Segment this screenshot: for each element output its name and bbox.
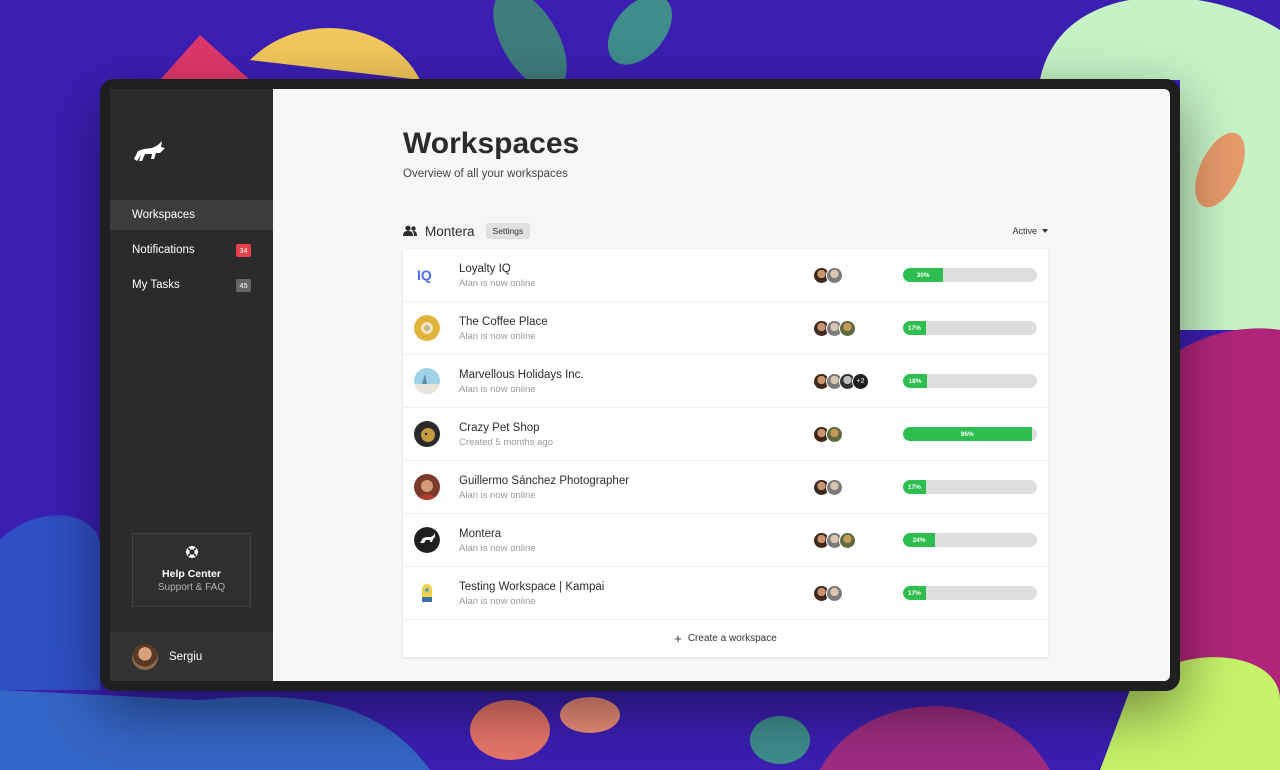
workspace-list: IQ Loyalty IQ Alan is now online 30% The… xyxy=(403,249,1048,657)
progress-bar: 96% xyxy=(903,427,1037,441)
page-title: Workspaces xyxy=(403,127,580,160)
workspace-status: Alan is now online xyxy=(459,596,536,607)
plus-icon: + xyxy=(674,631,682,646)
workspace-status: Created 5 months ago xyxy=(459,437,554,448)
group-settings-button[interactable]: Settings xyxy=(485,223,531,239)
workspace-status: Alan is now online xyxy=(459,490,536,501)
progress-bar: 30% xyxy=(903,268,1037,282)
chevron-down-icon xyxy=(1042,229,1048,233)
avatar xyxy=(132,643,158,670)
table-row[interactable]: Crazy Pet Shop Created 5 months ago 96% xyxy=(403,408,1048,461)
coffee-cup-logo-icon xyxy=(414,315,440,341)
progress-bar: 17% xyxy=(903,480,1037,494)
workspace-name: Guillermo Sánchez Photographer xyxy=(459,475,630,487)
sidebar-item-label: Workspaces xyxy=(132,209,196,221)
progress-label: 17% xyxy=(907,589,921,597)
sidebar-nav: Workspaces Notifications 34 My Tasks 45 xyxy=(110,200,273,305)
member-avatars xyxy=(813,426,843,443)
sidebar-item-workspaces[interactable]: Workspaces xyxy=(110,200,273,230)
status-filter-dropdown[interactable]: Active xyxy=(1012,226,1048,236)
workspace-group-header: Montera Settings Active xyxy=(403,222,1048,240)
progress-label: 96% xyxy=(960,430,974,438)
progress-fill: 17% xyxy=(903,480,926,494)
avatar xyxy=(826,267,843,284)
table-row[interactable]: IQ Loyalty IQ Alan is now online 30% xyxy=(403,249,1048,302)
sidebar-item-my-tasks[interactable]: My Tasks 45 xyxy=(110,270,273,300)
avatar xyxy=(839,532,856,549)
tasks-count-badge: 45 xyxy=(236,278,251,292)
table-row[interactable]: The Coffee Place Alan is now online 17% xyxy=(403,302,1048,355)
create-workspace-label: Create a workspace xyxy=(687,633,777,644)
table-row[interactable]: Marvellous Holidays Inc. Alan is now onl… xyxy=(403,355,1048,408)
member-avatars xyxy=(813,267,843,284)
progress-bar: 17% xyxy=(903,586,1037,600)
workspace-name: The Coffee Place xyxy=(459,316,548,328)
workspace-name: Loyalty IQ xyxy=(459,263,511,275)
avatar xyxy=(826,426,843,443)
help-center-card[interactable]: Help Center Support & FAQ xyxy=(132,533,251,607)
table-row[interactable]: Montera Alan is now online 24% xyxy=(403,514,1048,567)
user-name: Sergiu xyxy=(169,650,203,663)
workspace-status: Alan is now online xyxy=(459,278,536,289)
sidebar-item-label: Notifications xyxy=(132,244,195,256)
workspace-name: Marvellous Holidays Inc. xyxy=(459,369,584,381)
workspace-name: Crazy Pet Shop xyxy=(459,422,540,434)
svg-text:IQ: IQ xyxy=(417,267,432,283)
help-center-title: Help Center xyxy=(162,568,221,580)
lifebuoy-icon xyxy=(185,546,198,558)
progress-fill: 17% xyxy=(903,586,926,600)
workspace-group-name: Montera xyxy=(425,223,475,239)
progress-fill: 96% xyxy=(903,427,1032,441)
user-profile[interactable]: Sergiu xyxy=(110,632,273,681)
progress-bar: 24% xyxy=(903,533,1037,547)
workspace-status: Alan is now online xyxy=(459,331,536,342)
member-avatars xyxy=(813,479,843,496)
more-members-badge[interactable]: +2 xyxy=(852,373,869,390)
member-avatars: +2 xyxy=(813,373,869,390)
notifications-count-badge: 34 xyxy=(236,243,251,257)
member-avatars xyxy=(813,585,843,602)
progress-fill: 17% xyxy=(903,321,926,335)
minion-avatar-icon xyxy=(414,580,440,606)
beach-photo-logo-icon xyxy=(414,368,440,394)
sidebar: Workspaces Notifications 34 My Tasks 45 … xyxy=(110,89,273,681)
progress-label: 17% xyxy=(907,324,921,332)
help-center-subtitle: Support & FAQ xyxy=(157,582,226,593)
progress-label: 18% xyxy=(908,377,922,385)
main-content: Workspaces Overview of all your workspac… xyxy=(273,89,1170,681)
create-workspace-button[interactable]: + Create a workspace xyxy=(403,620,1048,657)
progress-fill: 24% xyxy=(903,533,936,547)
avatar xyxy=(826,585,843,602)
progress-fill: 30% xyxy=(903,268,944,282)
bull-logo-icon xyxy=(134,141,165,161)
photographer-avatar-icon xyxy=(414,474,440,500)
table-row[interactable]: Testing Workspace | Kampai Alan is now o… xyxy=(403,567,1048,620)
progress-fill: 18% xyxy=(903,374,928,388)
workspace-name: Testing Workspace | Kampai xyxy=(459,581,605,593)
table-row[interactable]: Guillermo Sánchez Photographer Alan is n… xyxy=(403,461,1048,514)
avatar xyxy=(826,479,843,496)
loyalty-iq-logo-icon: IQ xyxy=(414,262,440,288)
users-icon xyxy=(403,225,417,236)
member-avatars xyxy=(813,320,856,337)
pet-photo-logo-icon xyxy=(414,421,440,447)
progress-label: 24% xyxy=(912,536,926,544)
sidebar-item-notifications[interactable]: Notifications 34 xyxy=(110,235,273,265)
workspace-status: Alan is now online xyxy=(459,543,536,554)
progress-bar: 17% xyxy=(903,321,1037,335)
avatar xyxy=(839,320,856,337)
page-subtitle: Overview of all your workspaces xyxy=(403,168,568,180)
sidebar-item-label: My Tasks xyxy=(132,279,180,291)
progress-bar: 18% xyxy=(903,374,1037,388)
member-avatars xyxy=(813,532,856,549)
workspace-status: Alan is now online xyxy=(459,384,536,395)
workspace-name: Montera xyxy=(459,528,502,540)
status-filter-label: Active xyxy=(1012,226,1037,236)
progress-label: 30% xyxy=(916,271,930,279)
bull-logo-icon xyxy=(414,527,440,553)
progress-label: 17% xyxy=(907,483,921,491)
